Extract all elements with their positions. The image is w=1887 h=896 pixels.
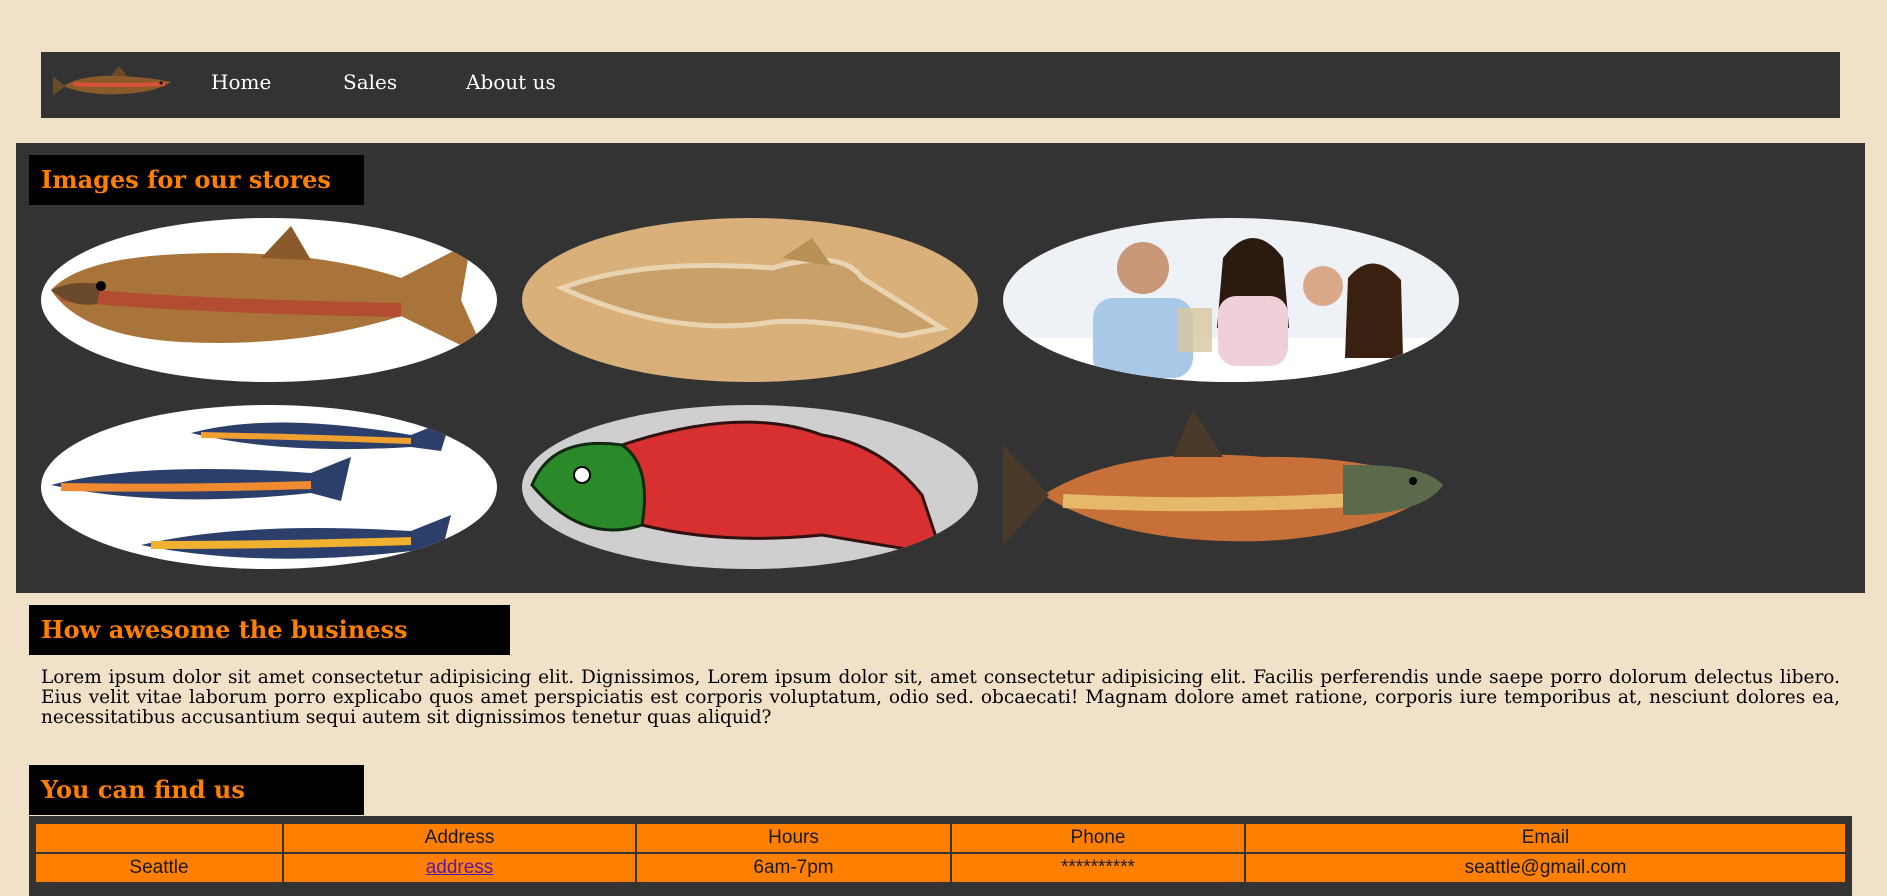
locations-table: Address Hours Phone Email Seattle addres… (34, 822, 1847, 884)
sockeye-salmon-illustration-icon[interactable] (1003, 405, 1459, 569)
table-cell-email: seattle@gmail.com (1246, 854, 1845, 882)
table-header-cell (36, 824, 282, 852)
store-images-section: Images for our stores (16, 143, 1865, 593)
section-title-images: Images for our stores (29, 155, 364, 205)
nav-about-link[interactable]: About us (466, 70, 556, 94)
table-header-cell: Phone (952, 824, 1244, 852)
family-photo-icon[interactable] (1003, 218, 1459, 382)
table-cell-address: address (284, 854, 635, 882)
locations-table-container: Address Hours Phone Email Seattle addres… (29, 816, 1852, 896)
table-row: Seattle address 6am-7pm ********** seatt… (36, 854, 1845, 882)
business-description: Lorem ipsum dolor sit amet consectetur a… (41, 667, 1840, 728)
top-nav: Home Sales About us (41, 52, 1840, 118)
table-cell-hours: 6am-7pm (637, 854, 950, 882)
salmon-logo-icon[interactable] (53, 62, 181, 106)
salmon-cookie-icon[interactable] (522, 405, 978, 569)
table-header-row: Address Hours Phone Email (36, 824, 1845, 852)
table-header-cell: Address (284, 824, 635, 852)
colorful-fish-illustration-icon[interactable] (41, 405, 497, 569)
trout-illustration-icon[interactable] (41, 218, 497, 382)
table-cell-city: Seattle (36, 854, 282, 882)
section-title-business: How awesome the business (29, 605, 510, 655)
table-header-cell: Email (1246, 824, 1845, 852)
nav-sales-link[interactable]: Sales (343, 70, 397, 94)
address-link[interactable]: address (426, 857, 494, 878)
table-cell-phone: ********** (952, 854, 1244, 882)
fish-cookie-cutter-icon[interactable] (522, 218, 978, 382)
nav-home-link[interactable]: Home (211, 70, 271, 94)
table-header-cell: Hours (637, 824, 950, 852)
section-title-find-us: You can find us (29, 765, 364, 815)
